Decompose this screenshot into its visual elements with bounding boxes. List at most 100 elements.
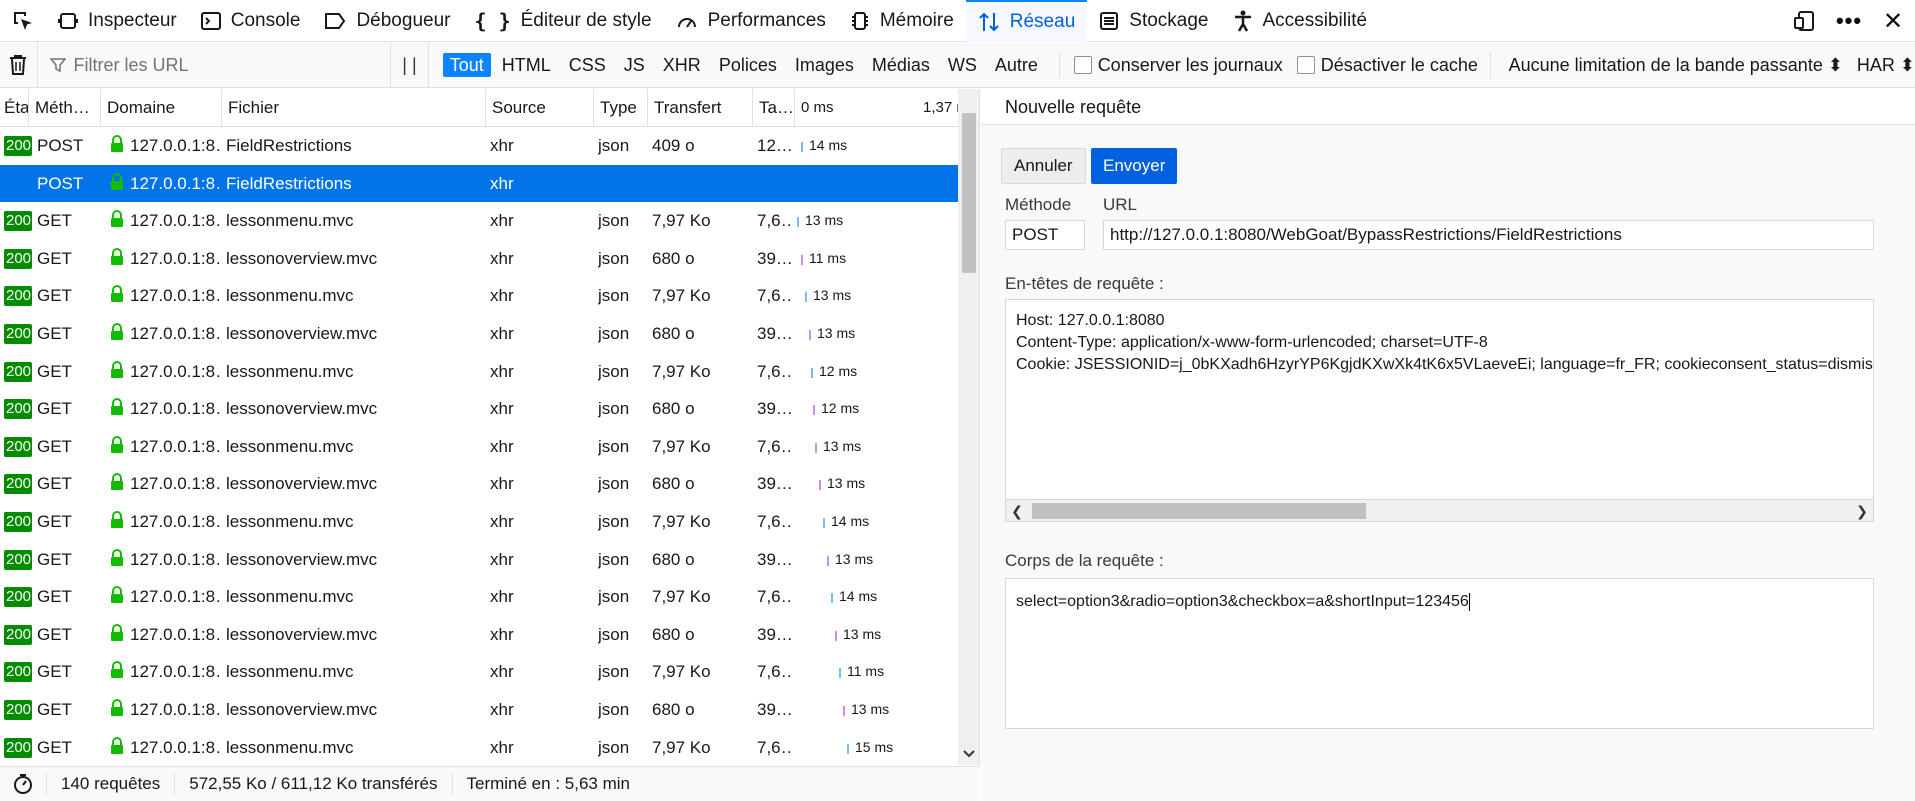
devtools-options: ••• ✕ [1783, 0, 1915, 42]
column-domain[interactable]: Domaine [101, 89, 222, 127]
pause-button[interactable]: | | [391, 42, 429, 88]
domain-cell: 127.0.0.1:8… [130, 361, 220, 381]
filter-js[interactable]: JS [617, 53, 652, 77]
scroll-left-icon[interactable]: ❮ [1006, 500, 1028, 522]
status-badge: 200 [4, 399, 32, 420]
table-row[interactable]: 200GET 127.0.0.1:8… lessonoverview.mvc xhr j… [0, 615, 958, 654]
lock-icon [110, 435, 124, 459]
method-cell: GET [37, 248, 72, 268]
table-row[interactable]: 200GET 127.0.0.1:8… lessonmenu.mvc xhr json 7… [0, 277, 958, 315]
lock-icon [110, 586, 124, 609]
clear-log-icon[interactable] [0, 42, 38, 88]
column-file[interactable]: Fichier [222, 89, 486, 127]
tab-label: Accessibilité [1262, 9, 1368, 31]
column-transfer[interactable]: Transfert [648, 89, 753, 127]
close-icon[interactable]: ✕ [1871, 0, 1915, 42]
checkbox-box[interactable] [1073, 56, 1092, 74]
dock-side-icon[interactable] [1783, 0, 1827, 42]
filter-all[interactable]: Tout [442, 53, 491, 77]
type-cell: json [598, 323, 630, 343]
file-cell: lessonmenu.mvc [226, 361, 354, 381]
source-cell: xhr [490, 662, 514, 682]
table-row[interactable]: 200GET 127.0.0.1:8… lessonoverview.mvc xhr j… [0, 540, 958, 579]
devtools-tab-bar: Inspecteur Console Débogueur { } Éditeur… [0, 0, 1915, 42]
column-source[interactable]: Source [486, 89, 594, 127]
cancel-button[interactable]: Annuler [1001, 148, 1086, 184]
tab-console[interactable]: Console [189, 0, 313, 42]
tab-storage[interactable]: Stockage [1087, 0, 1220, 42]
column-method[interactable]: Méth… [29, 89, 101, 127]
scroll-down-icon[interactable] [958, 743, 979, 765]
type-cell: json [598, 474, 630, 494]
body-text: select=option3&radio=option3&checkbox=a&… [1016, 593, 1469, 610]
waterfall-bar [801, 142, 803, 152]
filter-media[interactable]: Médias [865, 53, 937, 77]
send-button[interactable]: Envoyer [1091, 148, 1178, 184]
tab-debugger[interactable]: Débogueur [312, 0, 462, 42]
lock-icon [110, 661, 124, 684]
transfer-cell: 680 o [652, 399, 695, 419]
disable-cache-checkbox[interactable]: Désactiver le cache [1296, 55, 1478, 76]
tab-performance[interactable]: Performances [664, 0, 838, 42]
performance-analysis-icon[interactable] [0, 773, 47, 795]
table-row[interactable]: 200GET 127.0.0.1:8… lessonmenu.mvc xhr json 7… [0, 352, 958, 391]
tab-network[interactable]: Réseau [965, 0, 1088, 42]
har-menu[interactable]: HAR ⬍ [1857, 55, 1915, 76]
table-row[interactable]: 200GET 127.0.0.1:8… lessonoverview.mvc xhr j… [0, 690, 958, 729]
column-type[interactable]: Type [594, 89, 648, 127]
filter-ws[interactable]: WS [941, 53, 984, 77]
table-row[interactable]: 200 POST 127.0.0.1:8… FieldRestrictions xhr j… [0, 127, 958, 165]
table-row[interactable]: 200GET 127.0.0.1:8… lessonoverview.mvc xhr j… [0, 465, 958, 503]
filter-html[interactable]: HTML [495, 53, 558, 77]
waterfall-time: 14 ms [809, 137, 848, 153]
file-cell: lessonmenu.mvc [226, 436, 354, 456]
domain-cell: 127.0.0.1:8… [130, 248, 220, 268]
table-row[interactable]: 200GET 127.0.0.1:8… lessonoverview.mvc xhr j… [0, 239, 958, 278]
tab-style-editor[interactable]: { } Éditeur de style [462, 0, 663, 42]
filter-css[interactable]: CSS [562, 53, 613, 77]
method-field[interactable]: POST [1005, 220, 1085, 250]
throttling-select[interactable]: Aucune limitation de la bande passante ⬍ [1509, 55, 1843, 76]
table-row[interactable]: 200GET 127.0.0.1:8… lessonmenu.mvc xhr json 7… [0, 502, 958, 541]
method-cell: GET [37, 737, 72, 757]
scrollbar-thumb[interactable] [962, 113, 976, 273]
headers-textarea[interactable]: Host: 127.0.0.1:8080 Content-Type: appli… [1005, 299, 1874, 500]
domain-cell: 127.0.0.1:8… [130, 136, 220, 155]
url-filter-input[interactable]: Filtrer les URL [38, 42, 392, 88]
tab-label: Performances [707, 9, 826, 31]
headers-horizontal-scrollbar[interactable]: ❮ ❯ [1005, 500, 1874, 522]
type-cell: json [598, 624, 630, 644]
lock-icon [110, 360, 124, 384]
table-row[interactable]: 200GET 127.0.0.1:8… lessonmenu.mvc xhr json 7… [0, 653, 958, 691]
filter-fonts[interactable]: Polices [712, 53, 784, 77]
filter-xhr[interactable]: XHR [656, 53, 708, 77]
url-field[interactable]: http://127.0.0.1:8080/WebGoat/BypassRest… [1103, 220, 1874, 250]
column-size[interactable]: Ta… [753, 89, 795, 127]
column-waterfall[interactable]: 0 ms 1,37 r [795, 89, 958, 127]
table-row[interactable]: 200GET 127.0.0.1:8… lessonoverview.mvc xhr j… [0, 314, 958, 353]
memory-icon [850, 11, 870, 31]
filter-images[interactable]: Images [788, 53, 861, 77]
request-list-scrollbar[interactable] [958, 89, 979, 765]
table-row[interactable]: POST 127.0.0.1:8… FieldRestrictions xhr [0, 164, 958, 203]
checkbox-box[interactable] [1296, 56, 1315, 74]
tab-inspector[interactable]: Inspecteur [46, 0, 189, 42]
waterfall-bar [835, 630, 837, 641]
more-options-icon[interactable]: ••• [1827, 0, 1871, 42]
waterfall-end-label: 1,37 r [923, 99, 958, 116]
domain-cell: 127.0.0.1:8… [130, 399, 220, 419]
element-picker-icon[interactable] [0, 0, 46, 42]
column-status[interactable]: Éta [0, 89, 29, 127]
body-textarea[interactable]: select=option3&radio=option3&checkbox=a&… [1005, 578, 1874, 729]
table-row[interactable]: 200GET 127.0.0.1:8… lessonoverview.mvc xhr j… [0, 390, 958, 428]
table-row[interactable]: 200GET 127.0.0.1:8… lessonmenu.mvc xhr json 7… [0, 728, 958, 765]
tab-memory[interactable]: Mémoire [838, 0, 966, 42]
table-row[interactable]: 200GET 127.0.0.1:8… lessonmenu.mvc xhr json 7… [0, 427, 958, 466]
filter-other[interactable]: Autre [988, 53, 1045, 77]
tab-accessibility[interactable]: Accessibilité [1221, 0, 1380, 42]
table-row[interactable]: 200GET 127.0.0.1:8… lessonmenu.mvc xhr json 7… [0, 578, 958, 616]
table-row[interactable]: 200GET 127.0.0.1:8… lessonmenu.mvc xhr json 7… [0, 202, 958, 240]
persist-logs-checkbox[interactable]: Conserver les journaux [1073, 55, 1283, 76]
scrollbar-thumb[interactable] [1032, 503, 1366, 519]
scroll-right-icon[interactable]: ❯ [1851, 500, 1873, 522]
